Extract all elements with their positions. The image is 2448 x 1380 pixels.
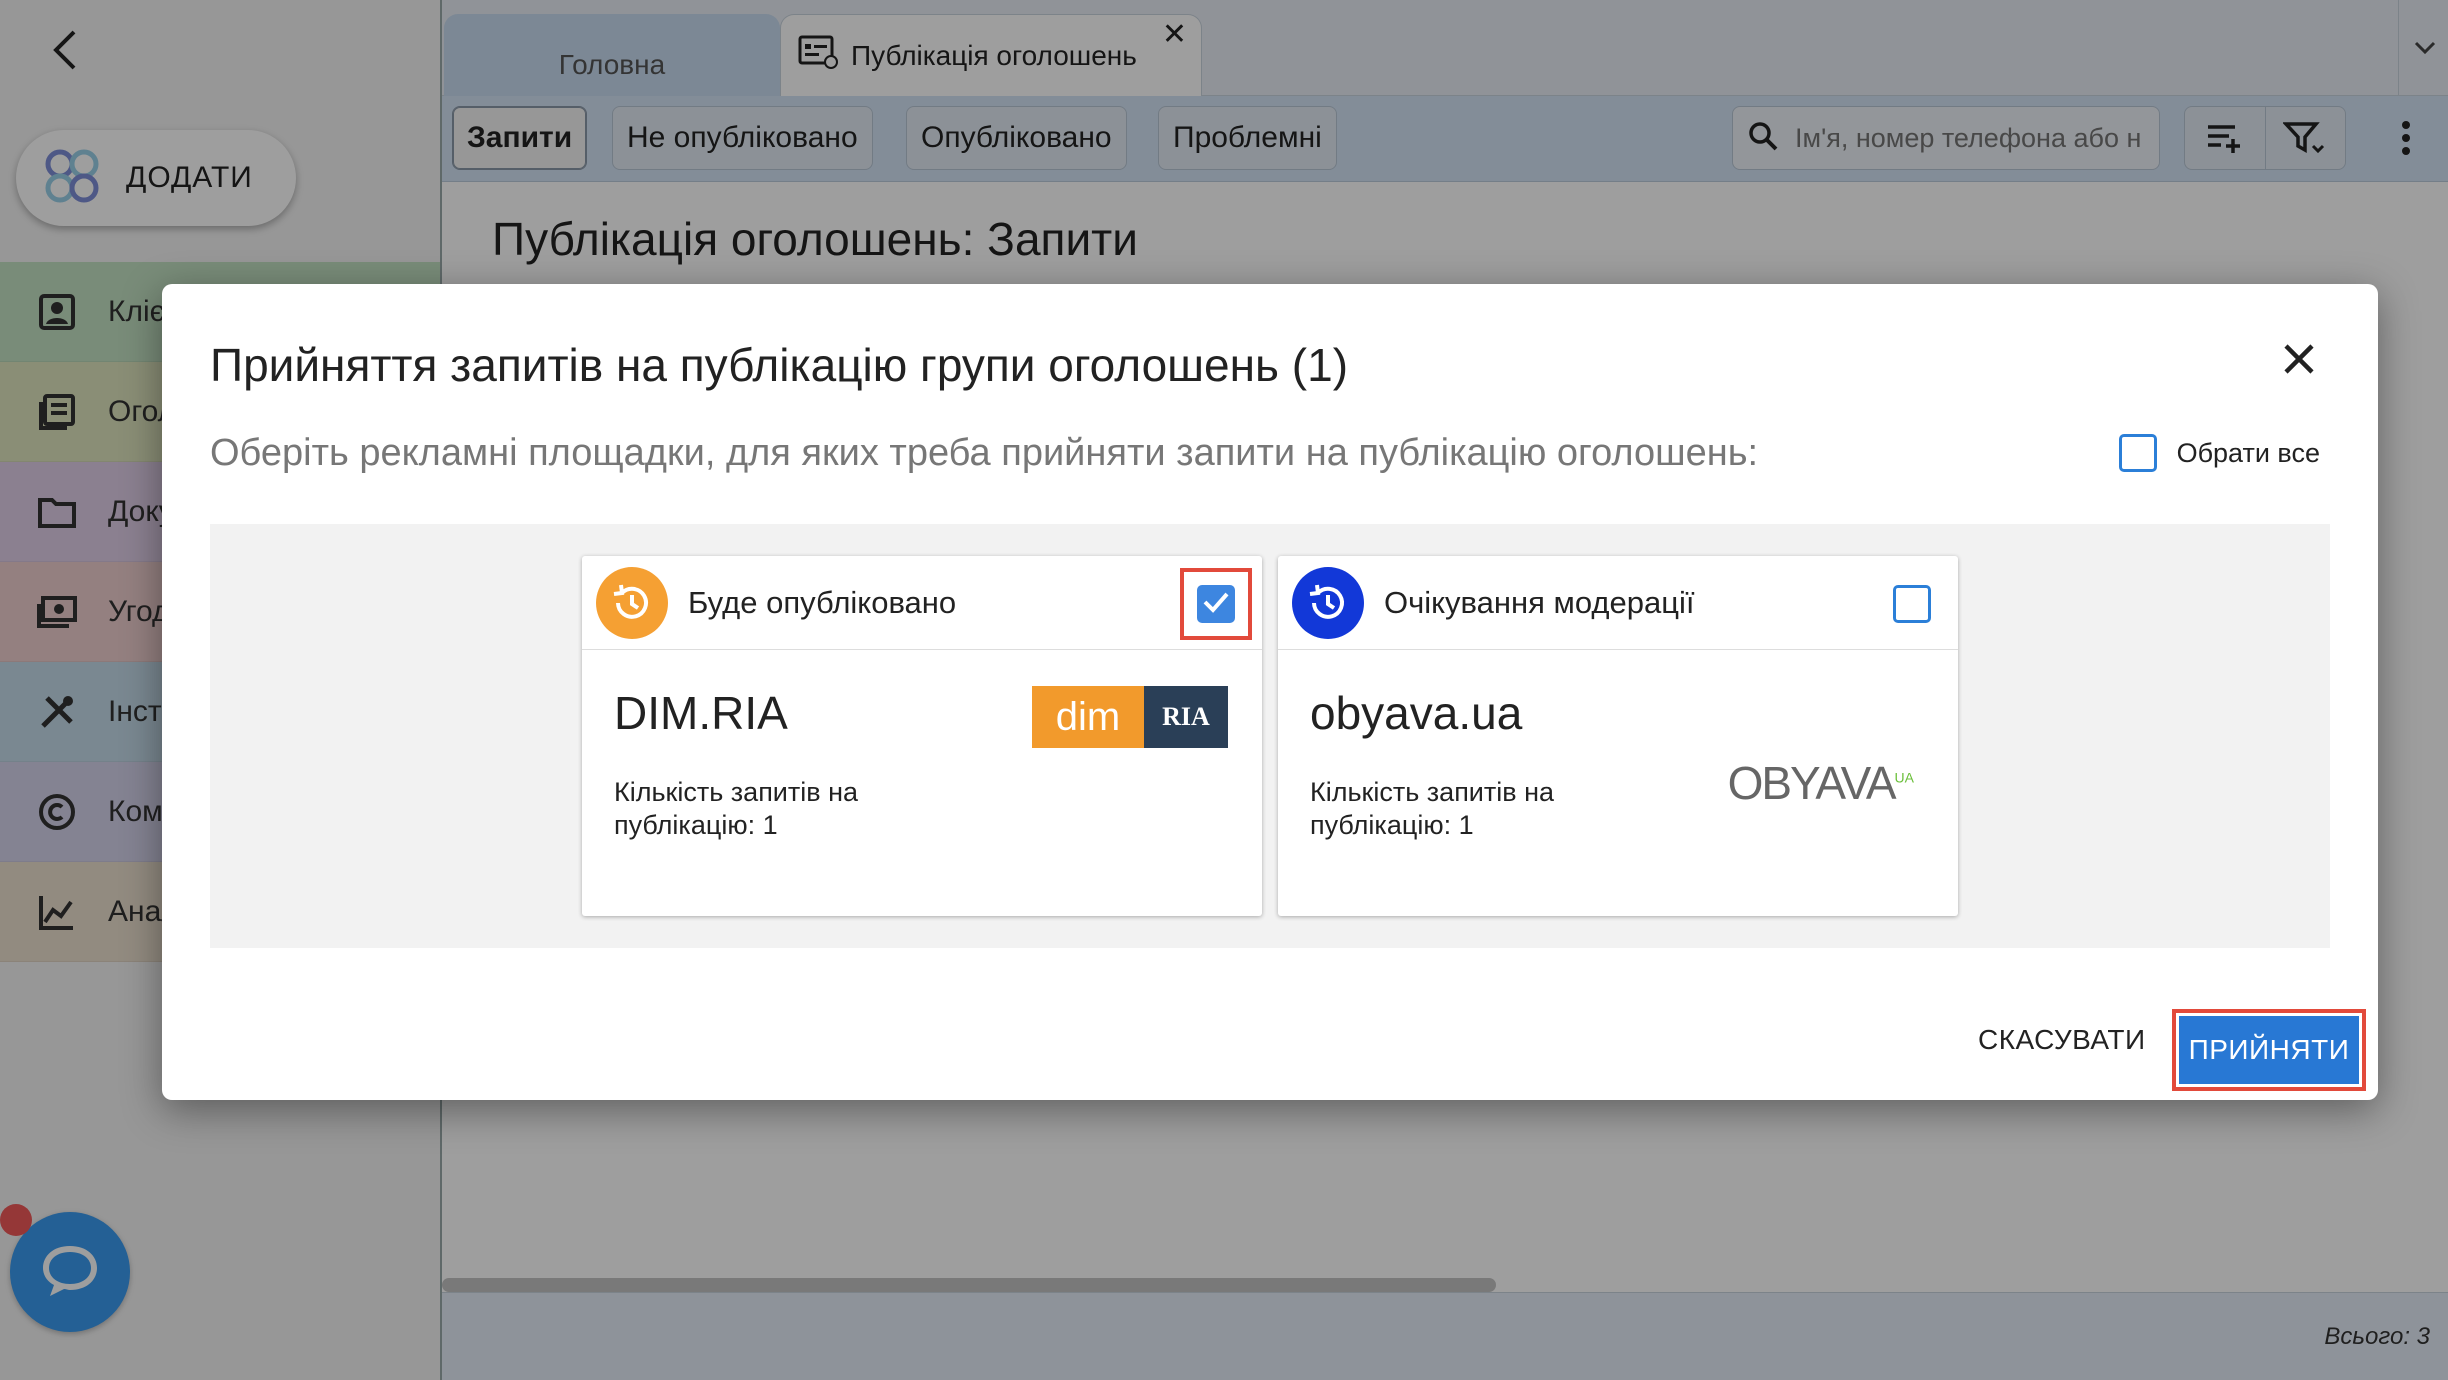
- platform-cards: Буде опубліковано DIM.RIA Кількість запи…: [210, 524, 2330, 948]
- select-all-label: Обрати все: [2176, 437, 2320, 468]
- accept-requests-dialog: Прийняття запитів на публікацію групи ог…: [162, 284, 2378, 1100]
- platform-card-obyava: Очікування модерації obyava.ua Кількість…: [1278, 556, 1958, 916]
- dialog-subtitle: Оберіть рекламні площадки, для яких треб…: [210, 432, 1759, 474]
- card-status: Буде опубліковано: [688, 584, 957, 620]
- accept-button[interactable]: ПРИЙНЯТИ: [2179, 1016, 2359, 1084]
- history-icon: [1292, 566, 1364, 639]
- dialog-title: Прийняття запитів на публікацію групи ог…: [210, 339, 1349, 391]
- history-icon: [596, 566, 668, 639]
- obyava-logo: OBYAVAUA: [1728, 756, 1914, 810]
- obyava-checkbox[interactable]: [1893, 585, 1931, 623]
- platform-name: obyava.ua: [1310, 687, 1523, 739]
- platform-card-dimria: Буде опубліковано DIM.RIA Кількість запи…: [582, 556, 1262, 916]
- cancel-button[interactable]: СКАСУВАТИ: [1978, 1024, 2146, 1056]
- check-icon: [1202, 590, 1230, 619]
- request-count: Кількість запитів на публікацію: 1: [614, 777, 859, 840]
- logo-text: RIA: [1144, 686, 1228, 748]
- request-count: Кількість запитів на публікацію: 1: [1310, 777, 1555, 840]
- card-status: Очікування модерації: [1384, 584, 1695, 620]
- card-header: Буде опубліковано: [582, 556, 1262, 650]
- platform-name: DIM.RIA: [614, 687, 788, 739]
- accept-button-highlight: ПРИЙНЯТИ: [2172, 1009, 2366, 1091]
- card-header: Очікування модерації: [1278, 556, 1958, 650]
- dimria-checkbox[interactable]: [1197, 585, 1235, 623]
- logo-text: dim: [1032, 686, 1144, 748]
- card-checkbox-wrapper[interactable]: [1180, 568, 1252, 640]
- select-all-checkbox[interactable]: [2118, 434, 2157, 472]
- logo-text: OBYAVA: [1727, 757, 1897, 809]
- dimria-logo: dim RIA: [1032, 686, 1228, 748]
- logo-sup: UA: [1894, 769, 1914, 786]
- close-icon[interactable]: [2274, 334, 2324, 384]
- card-checkbox-wrapper[interactable]: [1876, 568, 1948, 640]
- select-all-control[interactable]: Обрати все: [2118, 434, 2320, 472]
